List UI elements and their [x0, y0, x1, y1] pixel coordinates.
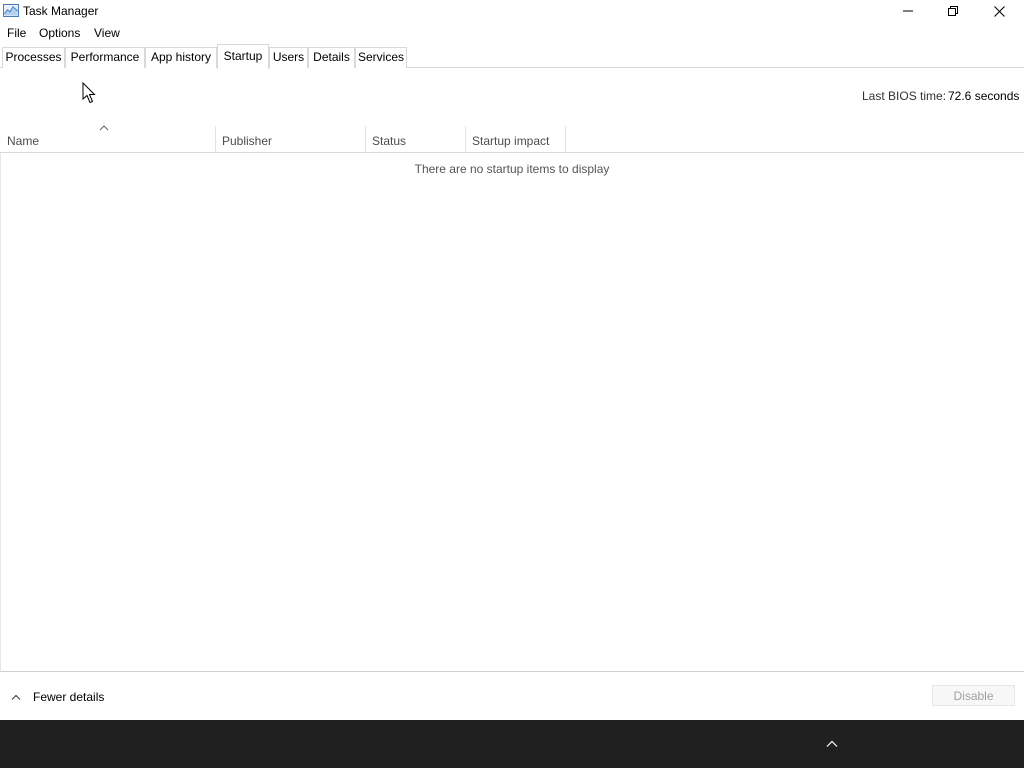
chevron-up-icon [11, 694, 21, 700]
tab-users[interactable]: Users [269, 47, 308, 68]
startup-list[interactable] [0, 153, 1024, 672]
minimize-button[interactable] [885, 0, 931, 22]
restore-button[interactable] [930, 0, 976, 22]
taskbar [0, 720, 1024, 768]
menu-view[interactable]: View [94, 26, 120, 40]
tab-processes[interactable]: Processes [2, 47, 65, 68]
column-header-startup-impact[interactable]: Startup impact [466, 126, 566, 152]
restore-icon [948, 6, 958, 16]
menu-bar: File Options View [0, 22, 1024, 43]
tab-startup[interactable]: Startup [217, 44, 269, 69]
tab-performance[interactable]: Performance [65, 47, 145, 68]
bios-time-label: Last BIOS time: [862, 89, 947, 103]
column-header-status[interactable]: Status [366, 126, 466, 152]
title-bar[interactable]: Task Manager [0, 0, 1024, 22]
task-manager-window: Task Manager File Options View Processes… [0, 0, 1024, 720]
fewer-details-button[interactable]: Fewer details [10, 689, 104, 705]
close-button[interactable] [976, 0, 1022, 22]
empty-list-message: There are no startup items to display [414, 162, 610, 176]
tab-details[interactable]: Details [308, 47, 355, 68]
column-header-publisher[interactable]: Publisher [216, 126, 366, 152]
disable-button[interactable]: Disable [932, 685, 1015, 706]
fewer-details-label: Fewer details [33, 690, 105, 704]
minimize-icon [903, 10, 913, 12]
tab-app-history[interactable]: App history [145, 47, 217, 68]
tab-strip: Processes Performance App history Startu… [0, 43, 1024, 69]
column-header-name[interactable]: Name [0, 126, 216, 152]
footer-bar: Fewer details Disable [0, 672, 1024, 720]
menu-options[interactable]: Options [39, 26, 80, 40]
column-header-row: Name Publisher Status Startup impact [0, 126, 1024, 153]
window-title: Task Manager [23, 4, 99, 18]
task-manager-icon [3, 4, 19, 17]
bios-time-value: 72.6 seconds [948, 89, 1020, 103]
menu-file[interactable]: File [7, 26, 26, 40]
chevron-up-icon[interactable] [823, 737, 841, 751]
tab-services[interactable]: Services [355, 47, 407, 68]
mouse-cursor-icon [82, 82, 96, 104]
close-icon [993, 5, 1005, 17]
